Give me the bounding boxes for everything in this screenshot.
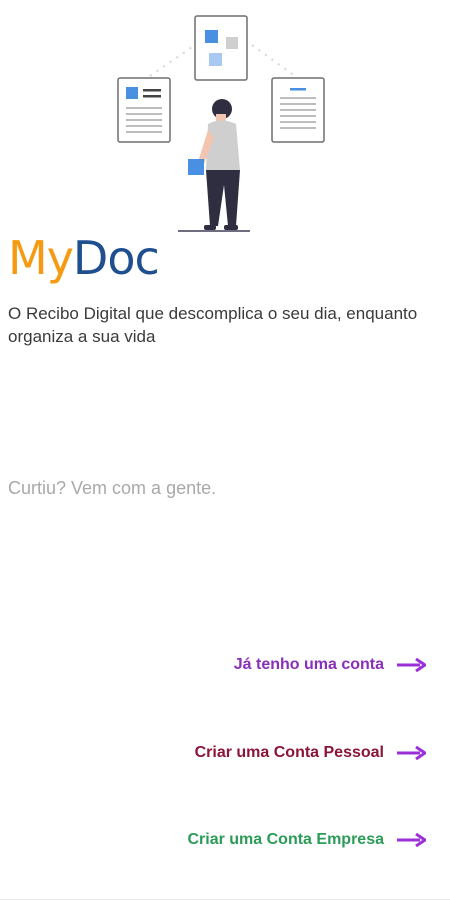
arrow-right-icon	[397, 658, 426, 672]
tagline: O Recibo Digital que descomplica o seu d…	[8, 304, 418, 346]
document-icon	[271, 77, 325, 143]
login-button[interactable]: Já tenho uma conta	[234, 656, 426, 674]
logo-doc: Doc	[72, 231, 160, 285]
create-personal-account-button[interactable]: Criar uma Conta Pessoal	[195, 744, 426, 762]
person-illustration	[178, 99, 250, 232]
app-logo: MyDoc	[8, 228, 160, 288]
arrow-right-icon	[397, 833, 426, 847]
create-business-label: Criar uma Conta Empresa	[187, 831, 384, 848]
create-personal-label: Criar uma Conta Pessoal	[194, 744, 384, 761]
create-business-account-button[interactable]: Criar uma Conta Empresa	[187, 831, 426, 849]
logo-my: My	[8, 231, 74, 285]
arrow-right-icon	[397, 746, 426, 760]
cta-text: Curtiu? Vem com a gente.	[8, 478, 217, 498]
login-label: Já tenho uma conta	[233, 656, 384, 673]
hero-illustration	[117, 15, 325, 232]
document-icon	[117, 77, 171, 143]
document-icon	[194, 15, 248, 81]
